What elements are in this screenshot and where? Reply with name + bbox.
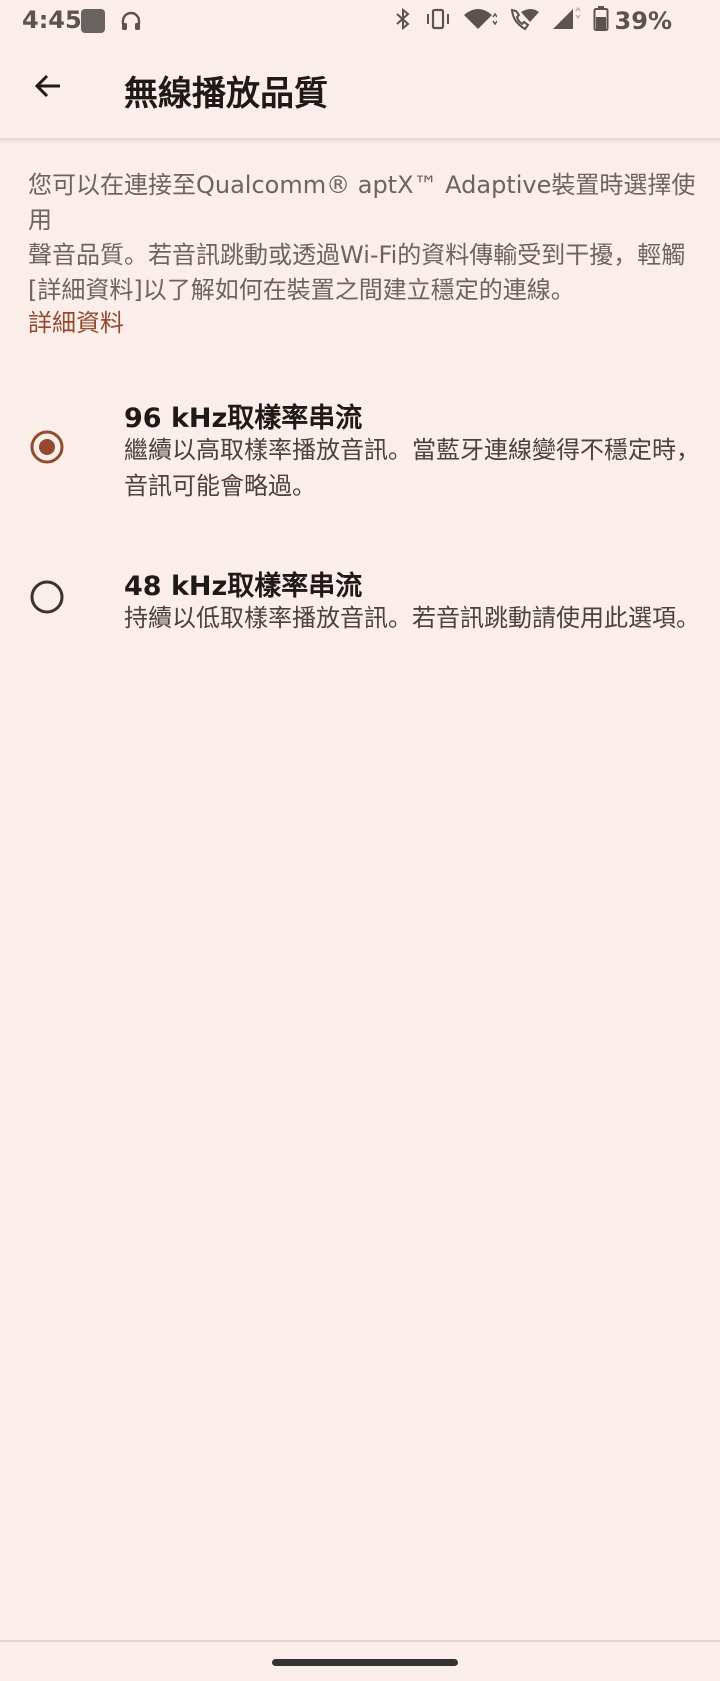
description-line: 聲音品質。若音訊跳動或透過Wi-Fi的資料傳輸受到干擾，輕觸	[28, 241, 686, 269]
arrow-left-icon	[32, 70, 64, 106]
app-bar: 無線播放品質	[0, 44, 720, 140]
option-48khz[interactable]: 48 kHz取樣率串流 持續以低取樣率播放音訊。若音訊跳動請使用此選項。	[0, 560, 720, 644]
radio-unselected-icon[interactable]	[30, 580, 64, 614]
description-line: [詳細資料]以了解如何在裝置之間建立穩定的連線。	[28, 276, 575, 304]
details-link[interactable]: 詳細資料	[28, 303, 124, 338]
status-right-icons: 39%	[393, 6, 672, 36]
option-description-line: 持續以低取樣率播放音訊。若音訊跳動請使用此選項。	[124, 604, 700, 632]
bluetooth-icon	[393, 7, 413, 35]
option-description: 持續以低取樣率播放音訊。若音訊跳動請使用此選項。	[124, 600, 710, 636]
wifi-call-icon	[509, 6, 539, 36]
option-description: 繼續以高取樣率播放音訊。當藍牙連線變得不穩定時， 音訊可能會略過。	[124, 432, 710, 504]
home-indicator[interactable]	[272, 1659, 458, 1666]
option-title: 96 kHz取樣率串流	[124, 403, 363, 434]
back-button[interactable]	[24, 64, 72, 112]
page-title: 無線播放品質	[124, 74, 328, 114]
description-text: 您可以在連接至Qualcomm® aptX™ Adaptive裝置時選擇使用 聲…	[28, 168, 700, 308]
option-96khz[interactable]: 96 kHz取樣率串流 繼續以高取樣率播放音訊。當藍牙連線變得不穩定時， 音訊可…	[0, 392, 720, 512]
description-line: 您可以在連接至Qualcomm® aptX™ Adaptive裝置時選擇使用	[28, 171, 696, 234]
nav-divider	[0, 1640, 720, 1642]
option-description-line: 繼續以高取樣率播放音訊。當藍牙連線變得不穩定時，	[124, 436, 700, 464]
option-title: 48 kHz取樣率串流	[124, 571, 363, 602]
option-description-line: 音訊可能會略過。	[124, 472, 316, 500]
status-left-icons	[80, 8, 142, 38]
status-time: 4:45	[22, 6, 82, 34]
battery-percent: 39%	[614, 7, 672, 35]
signal-icon	[551, 6, 581, 35]
radio-selected-icon[interactable]	[30, 430, 64, 464]
status-bar: 4:45 39%	[0, 0, 720, 44]
wifi-icon	[463, 7, 498, 35]
headphones-icon	[120, 10, 142, 36]
app-icon	[80, 8, 106, 38]
vibrate-icon	[425, 7, 451, 35]
battery-icon	[593, 6, 609, 36]
